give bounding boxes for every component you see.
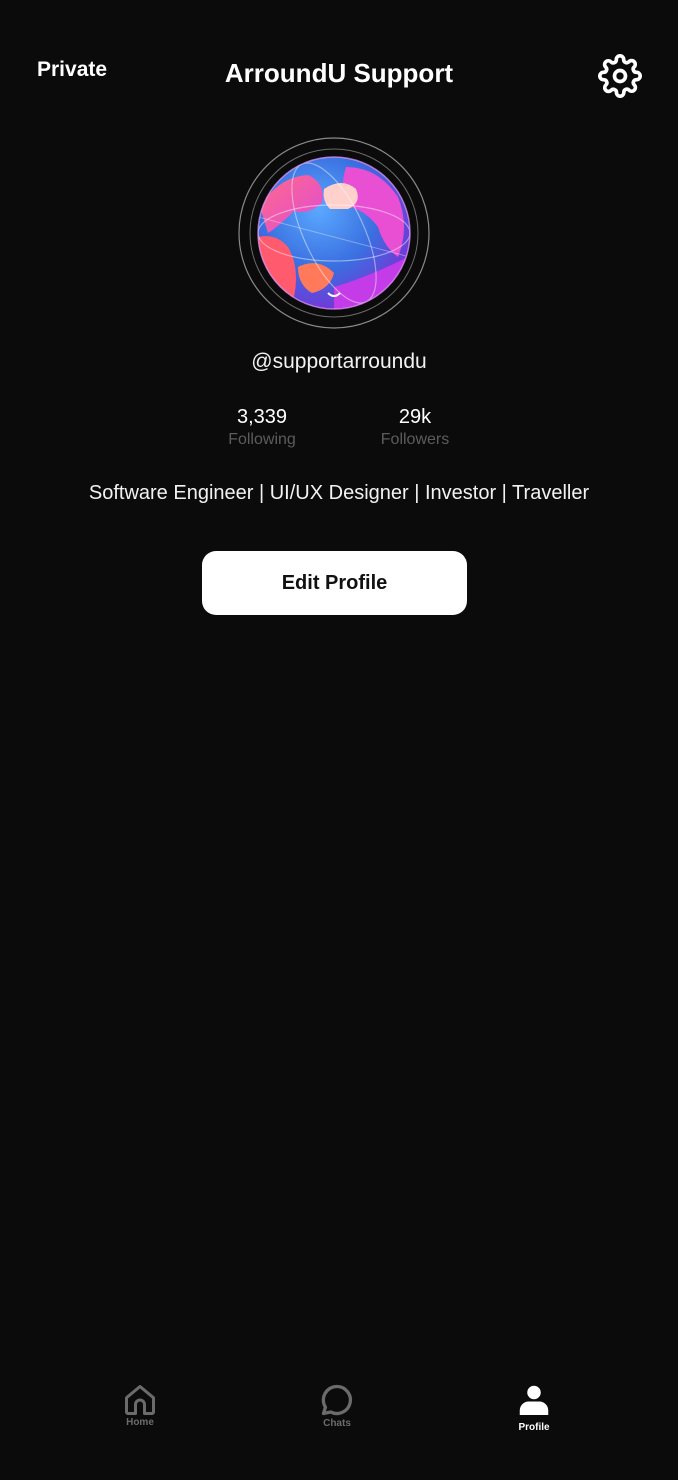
- following-count: 3,339: [236, 406, 288, 428]
- chat-bubble-icon: [321, 1384, 353, 1416]
- user-icon: [519, 1385, 549, 1415]
- gear-icon: [598, 54, 642, 98]
- followers-stat[interactable]: 29k Followers: [345, 406, 485, 449]
- nav-label-home: Home: [126, 1417, 154, 1428]
- followers-count: 29k: [398, 406, 432, 428]
- followers-label: Followers: [380, 431, 450, 448]
- nav-item-profile[interactable]: Profile: [474, 1360, 594, 1450]
- globe-avatar-icon: [238, 137, 430, 329]
- following-stat[interactable]: 3,339 Following: [192, 406, 332, 449]
- username-handle: @supportarroundu: [251, 350, 427, 373]
- home-icon: [125, 1385, 155, 1415]
- bottom-navigation: Home Chats Profile: [0, 1360, 678, 1480]
- page-title: ArroundU Support: [224, 58, 454, 88]
- nav-label-profile: Profile: [518, 1422, 550, 1433]
- nav-item-home[interactable]: Home: [80, 1360, 200, 1450]
- nav-label-chats: Chats: [323, 1418, 351, 1429]
- avatar[interactable]: [238, 137, 430, 329]
- top-bar: Private ArroundU Support: [0, 0, 678, 150]
- settings-button[interactable]: [598, 54, 642, 98]
- edit-profile-button[interactable]: Edit Profile: [202, 551, 467, 615]
- nav-item-chats[interactable]: Chats: [277, 1360, 397, 1450]
- following-label: Following: [228, 431, 296, 448]
- profile-bio: Software Engineer | UI/UX Designer | Inv…: [88, 482, 590, 504]
